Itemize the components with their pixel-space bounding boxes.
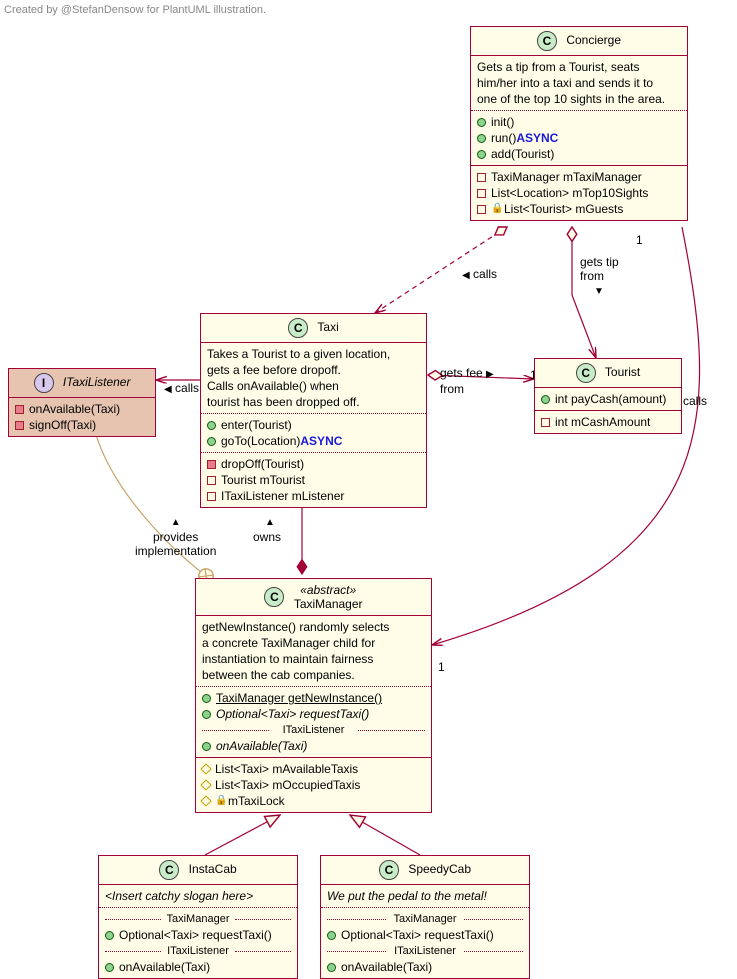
class-concierge-name: Concierge	[566, 33, 621, 47]
class-tourist: C Tourist int payCash(amount) int mCashA…	[534, 358, 682, 434]
class-concierge-methods: init() run() ASYNC add(Tourist)	[471, 110, 687, 165]
class-speedycab-header: C SpeedyCab	[321, 856, 529, 885]
class-instacab-name: InstaCab	[189, 862, 237, 876]
class-taxi-desc: Takes a Tourist to a given location, get…	[201, 343, 426, 413]
edge-label-gets-tip: gets tip from ▼	[580, 255, 619, 299]
edge-mult-1c: 1	[438, 660, 445, 674]
class-taximanager-desc: getNewInstance() randomly selects a conc…	[196, 616, 431, 686]
interface-stereotype-icon: I	[34, 373, 54, 393]
edge-label-provides: ▲ provides implementation	[135, 514, 216, 558]
class-stereotype-icon: C	[576, 363, 596, 383]
class-instacab: C InstaCab <Insert catchy slogan here> T…	[98, 855, 298, 979]
edge-label-owns: ▲ owns	[253, 514, 281, 544]
class-taximanager-header: C «abstract» TaxiManager	[196, 579, 431, 616]
abstract-label: «abstract»	[300, 583, 356, 597]
class-stereotype-icon: C	[264, 587, 284, 607]
class-speedycab-desc: We put the pedal to the metal!	[321, 885, 529, 907]
class-stereotype-icon: C	[288, 318, 308, 338]
interface-header: I ITaxiListener	[9, 369, 155, 398]
class-taximanager-fields: List<Taxi> mAvailableTaxis List<Taxi> mO…	[196, 757, 431, 812]
interface-methods: onAvailable(Taxi) signOff(Taxi)	[9, 398, 155, 436]
edge-label-calls-3: calls	[683, 394, 707, 408]
class-tourist-name: Tourist	[605, 365, 640, 379]
class-tourist-fields: int mCashAmount	[535, 410, 681, 433]
class-speedycab-methods: TaxiManager Optional<Taxi> requestTaxi()…	[321, 907, 529, 978]
class-concierge-header: C Concierge	[471, 27, 687, 56]
class-speedycab: C SpeedyCab We put the pedal to the meta…	[320, 855, 530, 979]
edge-label-calls-2: ◀ calls	[164, 381, 199, 397]
diagram-caption: Created by @StefanDensow for PlantUML il…	[4, 4, 266, 16]
class-speedycab-name: SpeedyCab	[408, 862, 471, 876]
class-taximanager: C «abstract» TaxiManager getNewInstance(…	[195, 578, 432, 813]
class-instacab-header: C InstaCab	[99, 856, 297, 885]
class-concierge: C Concierge Gets a tip from a Tourist, s…	[470, 26, 688, 221]
class-taximanager-methods: TaxiManager getNewInstance() Optional<Ta…	[196, 686, 431, 757]
class-taxi: C Taxi Takes a Tourist to a given locati…	[200, 313, 427, 508]
class-concierge-desc: Gets a tip from a Tourist, seats him/her…	[471, 56, 687, 110]
edge-label-calls-1: ◀ calls	[462, 267, 497, 283]
edge-label-gets-fee: gets fee ▶ from	[440, 366, 494, 396]
interface-itaxilistener: I ITaxiListener onAvailable(Taxi) signOf…	[8, 368, 156, 437]
class-tourist-methods: int payCash(amount)	[535, 388, 681, 410]
class-taxi-header: C Taxi	[201, 314, 426, 343]
interface-name: ITaxiListener	[63, 375, 131, 389]
class-stereotype-icon: C	[159, 860, 179, 880]
class-tourist-header: C Tourist	[535, 359, 681, 388]
class-stereotype-icon: C	[379, 860, 399, 880]
edge-mult-1a: 1	[636, 233, 643, 247]
class-taxi-name: Taxi	[317, 320, 338, 334]
class-instacab-methods: TaxiManager Optional<Taxi> requestTaxi()…	[99, 907, 297, 978]
class-taxi-methods: enter(Tourist) goTo(Location) ASYNC	[201, 413, 426, 452]
class-concierge-fields: TaxiManager mTaxiManager List<Location> …	[471, 165, 687, 220]
class-taximanager-name: TaxiManager	[294, 597, 363, 611]
class-taxi-privates: dropOff(Tourist) Tourist mTourist ITaxiL…	[201, 452, 426, 507]
class-stereotype-icon: C	[537, 31, 557, 51]
class-instacab-desc: <Insert catchy slogan here>	[99, 885, 297, 907]
